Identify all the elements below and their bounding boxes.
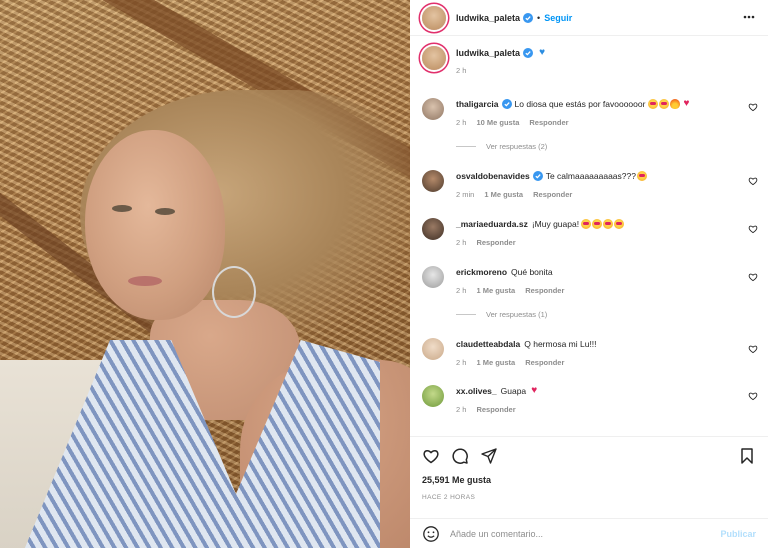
red-heart-emoji-icon: ♥ <box>683 98 690 109</box>
likes-count[interactable]: 25,591 Me gusta <box>422 475 491 485</box>
follow-button[interactable]: Seguir <box>544 13 572 23</box>
caption-username[interactable]: ludwika_paleta <box>456 48 520 58</box>
comment-username[interactable]: xx.olives_ <box>456 385 497 397</box>
view-replies-button[interactable]: Ver respuestas (2) <box>456 142 547 151</box>
comment-item: _mariaeduarda.sz ¡Muy guapa! 2 h Respond… <box>422 218 762 247</box>
comment-item: osvaldobenavides Te calmaaaaaaaaas??? 2 … <box>422 170 762 199</box>
smiley-icon[interactable] <box>422 525 440 543</box>
heart-eyes-emoji-icon <box>648 99 659 109</box>
comment-text: Lo diosa que estás por favoooooor <box>514 99 646 109</box>
comment-text: Q hermosa mi Lu!!! <box>524 339 597 349</box>
comment-like-heart-icon[interactable] <box>748 344 758 354</box>
comment-username[interactable]: thaligarcia <box>456 98 499 110</box>
comment-like-heart-icon[interactable] <box>748 391 758 401</box>
heart-outline-icon[interactable] <box>422 447 440 465</box>
publish-button[interactable]: Publicar <box>720 529 756 539</box>
photo-eye <box>112 205 132 212</box>
comment-item: erickmoreno Qué bonita 2 h 1 Me gusta Re… <box>422 266 762 295</box>
verified-badge-icon <box>501 99 512 109</box>
comment-compose-bar: Publicar <box>410 518 768 548</box>
post-header: ludwika_paleta • Seguir <box>410 0 768 36</box>
heart-eyes-emoji-icon <box>603 219 614 229</box>
blue-heart-icon: ♥ <box>539 47 545 58</box>
view-replies-label: Ver respuestas (1) <box>486 310 548 319</box>
comment-like-heart-icon[interactable] <box>748 102 758 112</box>
instagram-post-view: ludwika_paleta • Seguir ludwika_paleta ♥… <box>0 0 768 548</box>
comment-bubble-icon[interactable] <box>451 447 469 465</box>
comment-item: claudetteabdala Q hermosa mi Lu!!! 2 h 1… <box>422 338 762 367</box>
comment-text: ¡Muy guapa! <box>531 219 580 229</box>
photo-face <box>85 130 225 320</box>
comment-text: Guapa <box>500 386 527 396</box>
author-avatar[interactable] <box>422 5 446 30</box>
verified-badge-icon <box>523 48 534 58</box>
comment-item: xx.olives_ Guapa ♥ 2 h Responder <box>422 385 762 414</box>
separator-dot: • <box>537 12 541 23</box>
paper-plane-icon[interactable] <box>480 447 498 465</box>
commenter-avatar[interactable] <box>422 98 444 120</box>
comment-like-heart-icon[interactable] <box>748 224 758 234</box>
view-replies-label: Ver respuestas (2) <box>486 142 548 151</box>
heart-eyes-emoji-icon <box>581 219 592 229</box>
comment-username[interactable]: _mariaeduarda.sz <box>456 218 528 230</box>
red-heart-emoji-icon: ♥ <box>531 385 538 396</box>
comment-input[interactable] <box>450 528 721 539</box>
comment-likes[interactable]: 1 Me gusta <box>476 358 515 367</box>
reply-button[interactable]: Responder <box>533 190 572 199</box>
photo-earring <box>212 266 256 318</box>
heart-eyes-emoji-icon <box>614 219 625 229</box>
heart-eyes-emoji-icon <box>636 171 647 181</box>
reply-button[interactable]: Responder <box>476 238 515 247</box>
comment-item: thaligarcia Lo diosa que estás por favoo… <box>422 98 762 127</box>
post-timestamp: HACE 2 HORAS <box>422 494 476 501</box>
view-replies-button[interactable]: Ver respuestas (1) <box>456 310 547 319</box>
comment-time: 2 h <box>456 118 467 127</box>
replies-divider <box>456 146 476 147</box>
author-username[interactable]: ludwika_paleta <box>456 13 520 23</box>
comment-time: 2 h <box>456 286 467 295</box>
comment-likes[interactable]: 1 Me gusta <box>484 190 523 199</box>
post-action-bar <box>410 436 768 476</box>
commenter-avatar[interactable] <box>422 385 444 407</box>
heart-eyes-emoji-icon <box>659 99 670 109</box>
post-caption: ludwika_paleta ♥ 2 h <box>422 46 547 75</box>
comment-text: Te calmaaaaaaaaas??? <box>545 171 636 181</box>
commenter-avatar[interactable] <box>422 218 444 240</box>
comment-time: 2 h <box>456 358 467 367</box>
reply-button[interactable]: Responder <box>529 118 568 127</box>
heart-eyes-emoji-icon <box>592 219 603 229</box>
caption-time: 2 h <box>456 66 467 75</box>
comment-time: 2 h <box>456 405 467 414</box>
verified-badge-icon <box>523 12 534 23</box>
commenter-avatar[interactable] <box>422 266 444 288</box>
photo-eye <box>155 208 175 215</box>
post-photo[interactable] <box>0 0 410 548</box>
comment-like-heart-icon[interactable] <box>748 176 758 186</box>
comment-text: Qué bonita <box>511 267 553 277</box>
replies-divider <box>456 314 476 315</box>
reply-button[interactable]: Responder <box>525 358 564 367</box>
comment-username[interactable]: claudetteabdala <box>456 338 520 350</box>
bookmark-icon[interactable] <box>738 447 756 465</box>
more-horizontal-icon[interactable] <box>742 10 756 24</box>
comment-time: 2 min <box>456 190 475 199</box>
comment-username[interactable]: osvaldobenavides <box>456 170 530 182</box>
photo-lips <box>128 276 162 286</box>
comment-time: 2 h <box>456 238 467 247</box>
commenter-avatar[interactable] <box>422 170 444 192</box>
commenter-avatar[interactable] <box>422 338 444 360</box>
comment-likes[interactable]: 1 Me gusta <box>476 286 515 295</box>
post-side-panel: ludwika_paleta • Seguir ludwika_paleta ♥… <box>410 0 768 548</box>
reply-button[interactable]: Responder <box>476 405 515 414</box>
verified-badge-icon <box>532 171 543 181</box>
reply-button[interactable]: Responder <box>525 286 564 295</box>
comment-like-heart-icon[interactable] <box>748 272 758 282</box>
comment-username[interactable]: erickmoreno <box>456 266 507 278</box>
comment-likes[interactable]: 10 Me gusta <box>476 118 519 127</box>
author-avatar[interactable] <box>422 46 446 70</box>
fire-emoji-icon <box>670 99 681 109</box>
